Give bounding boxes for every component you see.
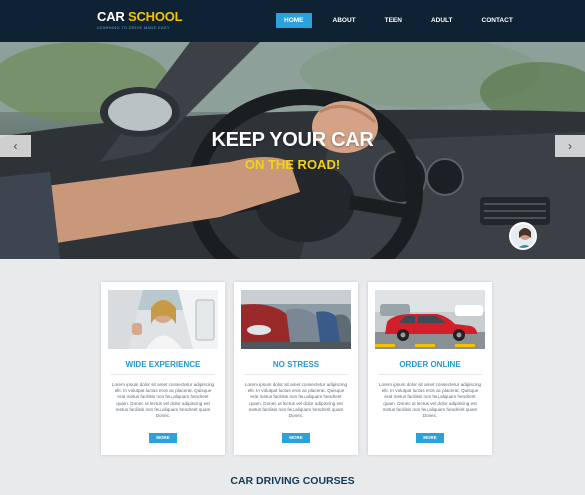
slider-next-button[interactable]: › xyxy=(555,135,585,157)
hero-slider: KEEP YOUR CAR ON THE ROAD! ‹ › xyxy=(0,42,585,259)
logo-word-car: CAR xyxy=(97,9,125,24)
card-title: WIDE EXPERIENCE xyxy=(125,360,201,369)
more-button[interactable]: MORE xyxy=(149,433,177,443)
feature-card: NO STRESS Lorem ipsum dolor sit amet con… xyxy=(234,282,358,455)
nav-item-adult[interactable]: ADULT xyxy=(423,13,461,28)
nav-item-about[interactable]: ABOUT xyxy=(325,13,364,28)
section-title: CAR DRIVING COURSES xyxy=(230,475,355,487)
card-text: Lorem ipsum dolor sit amet consectetur a… xyxy=(111,382,215,419)
card-divider xyxy=(378,374,482,375)
slider-prev-button[interactable]: ‹ xyxy=(0,135,31,157)
nav-item-teen[interactable]: TEEN xyxy=(377,13,410,28)
logo-word-school: SCHOOL xyxy=(128,9,183,24)
card-image-driver xyxy=(108,290,218,349)
chevron-left-icon: ‹ xyxy=(13,139,18,153)
hero-title: KEEP YOUR CAR xyxy=(211,129,374,151)
nav-item-contact[interactable]: CONTACT xyxy=(474,13,521,28)
more-button[interactable]: MORE xyxy=(282,433,310,443)
hero-subtitle: ON THE ROAD! xyxy=(244,157,341,172)
card-divider xyxy=(111,374,215,375)
chevron-right-icon: › xyxy=(568,139,572,153)
main-nav: HOME ABOUT TEEN ADULT CONTACT xyxy=(276,13,534,28)
card-text: Lorem ipsum dolor sit amet consectetur a… xyxy=(378,382,482,419)
card-title: NO STRESS xyxy=(272,360,320,369)
site-tagline: LEARNING TO DRIVE MADE EASY xyxy=(97,25,170,30)
site-logo[interactable]: CAR SCHOOL xyxy=(97,9,183,24)
feature-card: ORDER ONLINE Lorem ipsum dolor sit amet … xyxy=(368,282,492,455)
site-header: CAR SCHOOL LEARNING TO DRIVE MADE EASY H… xyxy=(0,0,585,42)
avatar[interactable] xyxy=(509,222,537,250)
card-divider xyxy=(244,374,348,375)
card-title: ORDER ONLINE xyxy=(399,360,461,369)
nav-item-home[interactable]: HOME xyxy=(276,13,312,28)
card-image-parked-cars xyxy=(241,290,351,349)
feature-card: WIDE EXPERIENCE Lorem ipsum dolor sit am… xyxy=(101,282,225,455)
card-image-red-car xyxy=(375,290,485,349)
more-button[interactable]: MORE xyxy=(416,433,444,443)
card-text: Lorem ipsum dolor sit amet consectetur a… xyxy=(244,382,348,419)
